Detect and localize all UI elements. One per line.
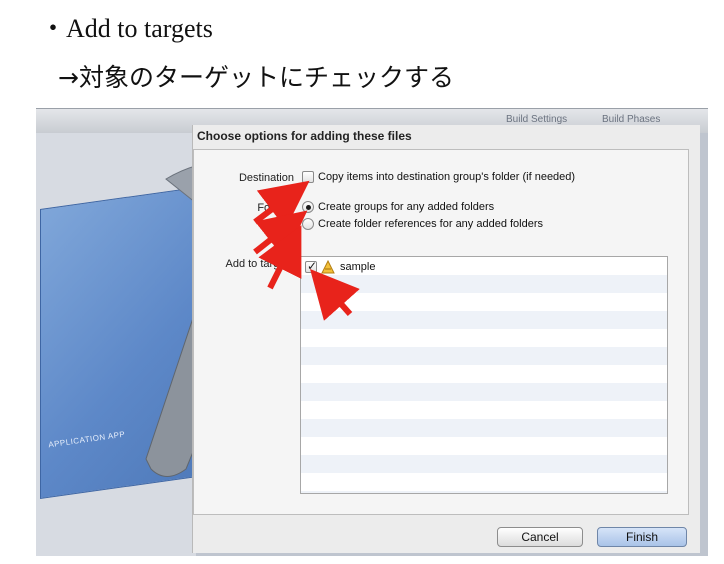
copy-items-label: Copy items into destination group's fold… xyxy=(318,171,576,183)
finish-button[interactable]: Finish xyxy=(597,527,687,547)
add-files-dialog: Choose options for adding these files De… xyxy=(192,125,700,553)
destination-label: Destination xyxy=(238,172,294,184)
heading-add-to-targets: ・Add to targets xyxy=(40,14,213,43)
app-target-icon xyxy=(321,260,335,274)
xcode-screenshot: Build Settings Build Phases APPLICATION … xyxy=(36,108,708,556)
background-tab-build-settings: Build Settings xyxy=(506,114,568,125)
background-tab-build-phases: Build Phases xyxy=(602,114,661,125)
targets-list: sample xyxy=(300,256,668,494)
copy-items-checkbox[interactable] xyxy=(302,171,314,183)
target-sample-label: sample xyxy=(340,261,376,273)
create-groups-label: Create groups for any added folders xyxy=(318,201,495,213)
folders-label: Folders xyxy=(257,202,294,214)
create-folder-references-radio[interactable] xyxy=(302,218,314,230)
dialog-title: Choose options for adding these files xyxy=(197,129,412,143)
cancel-button[interactable]: Cancel xyxy=(497,527,583,547)
options-panel: Destination Copy items into destination … xyxy=(193,149,689,515)
copy-items-option[interactable]: Copy items into destination group's fold… xyxy=(302,171,575,183)
list-item[interactable]: sample xyxy=(305,259,376,274)
create-folder-references-label: Create folder references for any added f… xyxy=(318,218,544,230)
target-sample-checkbox[interactable] xyxy=(305,259,317,273)
create-groups-radio[interactable] xyxy=(302,201,314,213)
create-groups-option[interactable]: Create groups for any added folders xyxy=(302,201,494,213)
create-folder-references-option[interactable]: Create folder references for any added f… xyxy=(302,218,543,230)
add-to-targets-label: Add to targets xyxy=(225,258,295,270)
heading-check-target-instruction: →対象のターゲットにチェックする xyxy=(58,63,454,92)
